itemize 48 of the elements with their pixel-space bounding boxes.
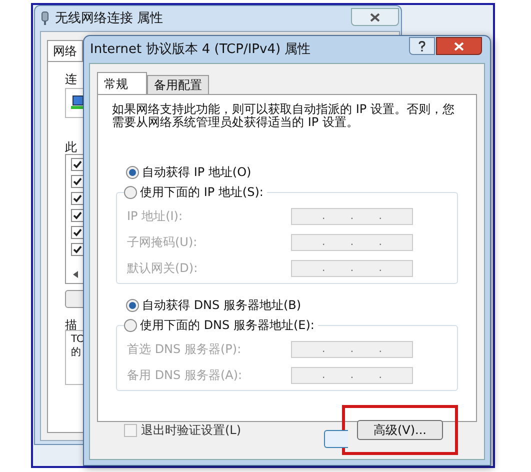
advanced-button[interactable]: 高级(V)...: [357, 420, 443, 440]
ip-address-field: . . .: [291, 260, 413, 276]
checkbox[interactable]: [71, 158, 84, 171]
radio-label: 自动获得 IP 地址(O): [142, 164, 252, 181]
section-label: 此: [65, 139, 77, 154]
description-text: TC: [71, 333, 84, 346]
description-text: 的: [71, 346, 81, 359]
checkbox-label: 退出时验证设置(L): [141, 422, 242, 439]
radio-button[interactable]: [126, 166, 139, 178]
checkbox[interactable]: [124, 424, 137, 436]
left-arrow-icon: [72, 270, 78, 278]
section-label: 描: [65, 317, 77, 330]
checkbox[interactable]: [71, 209, 84, 222]
ip-address-field: . . .: [291, 340, 413, 358]
radio-label: 自动获得 DNS 服务器地址(B): [142, 297, 302, 314]
radio-button[interactable]: [124, 186, 137, 198]
help-icon: [418, 40, 426, 52]
field-label: IP 地址(I):: [127, 208, 183, 225]
ip-address-field: . . .: [291, 208, 413, 224]
tab[interactable]: 网络: [47, 40, 83, 61]
ip-address-field: . . .: [291, 366, 413, 384]
window-title: 无线网络连接 属性: [55, 10, 164, 28]
close-icon: [370, 12, 380, 22]
checkbox[interactable]: [71, 192, 84, 205]
window-title: Internet 协议版本 4 (TCP/IPv4) 属性: [90, 40, 311, 59]
field-label: 默认网关(D):: [127, 260, 198, 277]
ip-address-field: . . .: [291, 234, 413, 250]
field-label: 子网掩码(U):: [127, 234, 198, 251]
radio-label: 使用下面的 DNS 服务器地址(E):: [140, 317, 314, 334]
help-button[interactable]: [409, 37, 435, 55]
dialog-button[interactable]: [324, 430, 348, 448]
tab[interactable]: 备用配置: [147, 75, 209, 94]
intro-text: 如果网络支持此功能，则可以获取自动指派的 IP 设置。否则，您需要从网络系统管理员处获得适当的 IP 设置。: [112, 103, 456, 129]
close-button[interactable]: [436, 37, 482, 55]
radio-label: 使用下面的 IP 地址(S):: [140, 184, 264, 201]
adapter-icon: [41, 11, 49, 26]
tab[interactable]: 常规: [97, 72, 147, 94]
close-icon: [454, 42, 464, 50]
section-label: 连: [65, 71, 77, 88]
network-adapter-icon: [70, 95, 86, 111]
radio-button[interactable]: [124, 318, 137, 332]
checkbox[interactable]: [71, 226, 84, 239]
field-label: 备用 DNS 服务器(A):: [127, 367, 242, 384]
radio-button[interactable]: [126, 298, 139, 312]
close-button[interactable]: [351, 8, 399, 26]
checkbox[interactable]: [71, 175, 84, 188]
field-label: 首选 DNS 服务器(P):: [127, 341, 242, 358]
checkbox[interactable]: [71, 243, 84, 256]
